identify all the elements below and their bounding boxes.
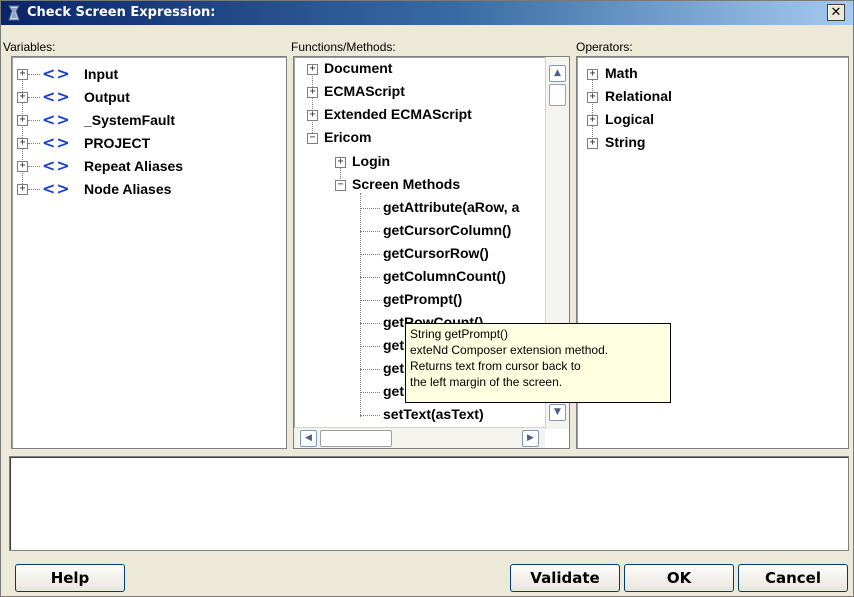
- tree-item-label: Document: [324, 60, 393, 76]
- check-screen-expression-dialog: Check Screen Expression: ✕ Variables: Fu…: [0, 0, 854, 597]
- tooltip-line: Returns text from cursor back to: [410, 359, 581, 373]
- tree-item-label: Node Aliases: [84, 181, 172, 197]
- expand-icon[interactable]: +: [17, 161, 28, 172]
- tree-item-repeat-aliases[interactable]: + <> Repeat Aliases: [12, 156, 282, 177]
- tree-item-label: PROJECT: [84, 135, 151, 151]
- variable-icon: <>: [42, 133, 71, 152]
- tree-item-label: Extended ECMAScript: [324, 106, 472, 122]
- scroll-right-button[interactable]: ▶: [522, 430, 539, 447]
- tree-item-project[interactable]: + <> PROJECT: [12, 133, 282, 154]
- help-button[interactable]: Help: [15, 564, 125, 592]
- variables-tree[interactable]: + <> Input + <> Output + <> _SystemFault…: [11, 56, 287, 449]
- vertical-scroll-thumb[interactable]: [549, 84, 566, 106]
- variable-icon: <>: [42, 110, 71, 129]
- expand-icon[interactable]: +: [587, 115, 598, 126]
- tree-item-label: _SystemFault: [84, 112, 176, 128]
- chevron-up-icon: ▲: [554, 68, 561, 78]
- tree-item-label: Math: [605, 65, 638, 81]
- close-button[interactable]: ✕: [827, 4, 845, 21]
- method-label: getCursorColumn(): [383, 222, 512, 238]
- title-bar[interactable]: Check Screen Expression: ✕: [1, 1, 853, 25]
- tooltip-line: String getPrompt(): [410, 327, 509, 341]
- expression-editor[interactable]: [9, 456, 849, 551]
- chevron-right-icon: ▶: [527, 433, 534, 443]
- variable-icon: <>: [42, 87, 71, 106]
- tree-item-node-aliases[interactable]: + <> Node Aliases: [12, 179, 282, 200]
- expand-icon[interactable]: +: [587, 69, 598, 80]
- collapse-icon[interactable]: −: [335, 180, 346, 191]
- expand-icon[interactable]: +: [587, 138, 598, 149]
- tooltip-line: exteNd Composer extension method.: [410, 343, 609, 357]
- tree-item-label: Relational: [605, 88, 672, 104]
- ok-button[interactable]: OK: [624, 564, 734, 592]
- expand-icon[interactable]: +: [17, 184, 28, 195]
- variable-icon: <>: [42, 64, 71, 83]
- tree-item-output[interactable]: + <> Output: [12, 87, 282, 108]
- expand-icon[interactable]: +: [335, 157, 346, 168]
- variable-icon: <>: [42, 179, 71, 198]
- method-label: get: [383, 337, 404, 353]
- expand-icon[interactable]: +: [17, 115, 28, 126]
- expand-icon[interactable]: +: [307, 64, 318, 75]
- scroll-up-button[interactable]: ▲: [549, 65, 566, 82]
- expand-icon[interactable]: +: [17, 92, 28, 103]
- tree-item-label: Screen Methods: [352, 176, 461, 192]
- cancel-button[interactable]: Cancel: [738, 564, 848, 592]
- tree-item-label: ECMAScript: [324, 83, 405, 99]
- method-label: getPrompt(): [383, 291, 463, 307]
- scroll-left-button[interactable]: ◀: [300, 430, 317, 447]
- expand-icon[interactable]: +: [587, 92, 598, 103]
- tree-item-label: Output: [84, 89, 130, 105]
- tree-item-label: Login: [352, 153, 391, 169]
- scroll-down-button[interactable]: ▼: [549, 404, 566, 421]
- method-label: getAttribute(aRow, a: [383, 199, 520, 215]
- expand-icon[interactable]: +: [307, 87, 318, 98]
- tooltip-line: the left margin of the screen.: [410, 375, 563, 389]
- chevron-down-icon: ▼: [554, 407, 561, 417]
- method-label: setText(asText): [383, 406, 484, 422]
- tree-item-systemfault[interactable]: + <> _SystemFault: [12, 110, 282, 131]
- tree-item-label: Input: [84, 66, 119, 82]
- method-label: get: [383, 383, 404, 399]
- chevron-left-icon: ◀: [305, 433, 312, 443]
- collapse-icon[interactable]: −: [307, 133, 318, 144]
- operators-label: Operators:: [576, 40, 633, 54]
- variable-icon: <>: [42, 156, 71, 175]
- functions-label: Functions/Methods:: [291, 40, 396, 54]
- variables-label: Variables:: [3, 40, 56, 54]
- tree-item-label: Logical: [605, 111, 655, 127]
- method-label: getCursorRow(): [383, 245, 489, 261]
- method-label: getColumnCount(): [383, 268, 506, 284]
- horizontal-scroll-thumb[interactable]: [320, 430, 392, 447]
- method-label: get: [383, 360, 404, 376]
- expand-icon[interactable]: +: [17, 69, 28, 80]
- window-title: Check Screen Expression:: [27, 5, 216, 20]
- tree-item-label: Ericom: [324, 129, 372, 145]
- validate-button[interactable]: Validate: [510, 564, 620, 592]
- horizontal-scrollbar[interactable]: ◀ ▶: [294, 427, 545, 448]
- tree-item-label: String: [605, 134, 646, 150]
- close-icon: ✕: [830, 4, 842, 19]
- expand-icon[interactable]: +: [17, 138, 28, 149]
- method-tooltip: String getPrompt() exteNd Composer exten…: [405, 323, 671, 403]
- expand-icon[interactable]: +: [307, 110, 318, 121]
- tree-item-label: Repeat Aliases: [84, 158, 184, 174]
- app-icon: [8, 5, 20, 21]
- tree-item-input[interactable]: + <> Input: [12, 64, 282, 85]
